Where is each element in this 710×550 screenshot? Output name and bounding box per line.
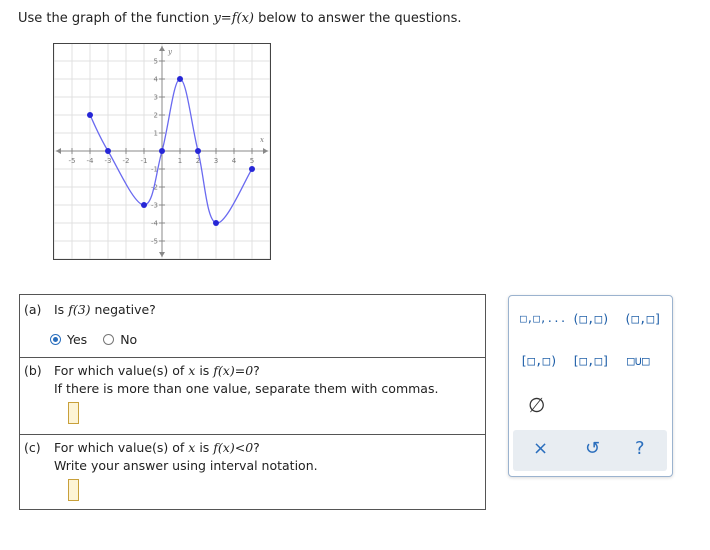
question-a: (a) Is f(3) negative? Yes No <box>20 295 485 358</box>
no-radio[interactable] <box>103 334 115 345</box>
question-a-options: Yes No <box>50 332 137 347</box>
yes-label[interactable]: Yes <box>67 332 87 347</box>
graph-canvas: -5 -4 -3 -2 -1 1 2 3 4 554321-1-2-3-4-5xy <box>54 44 270 259</box>
answer-c-input[interactable] <box>68 479 79 501</box>
question-b-label: (b) <box>24 363 42 378</box>
question-b-expr: f(x)=0 <box>213 363 254 378</box>
open-open-interval-button[interactable]: (□,□) <box>572 311 610 326</box>
x-tick-label: 5 <box>250 157 254 165</box>
y-tick-label: -5 <box>151 238 158 246</box>
x-tick-label: 4 <box>232 157 237 165</box>
question-b: (b) For which value(s) of x is f(x)=0? I… <box>20 358 485 435</box>
question-c-label: (c) <box>24 440 41 455</box>
question-b-suffix: ? <box>253 363 260 378</box>
graph-point <box>195 148 201 154</box>
undo-icon[interactable]: ↺ <box>585 438 600 459</box>
instruction-prefix: Use the graph of the function <box>18 11 214 26</box>
no-label[interactable]: No <box>120 332 137 347</box>
question-b-text: For which value(s) of x is f(x)=0? <box>54 363 260 378</box>
x-axis-arrow-left <box>56 148 61 154</box>
y-axis-label: y <box>167 48 173 56</box>
help-icon[interactable]: ? <box>635 438 645 459</box>
x-tick-label: -1 <box>141 157 148 165</box>
x-tick-label: -5 <box>69 157 76 165</box>
y-axis-arrow-down <box>159 252 165 257</box>
question-c: (c) For which value(s) of x is f(x)<0? W… <box>20 435 485 509</box>
questions-panel: (a) Is f(3) negative? Yes No (b) For whi… <box>19 294 486 510</box>
instruction-function: y=f(x) <box>213 11 254 26</box>
list-button[interactable]: □,□,... <box>520 312 566 325</box>
union-button[interactable]: □∪□ <box>627 353 650 368</box>
graph-point <box>105 148 111 154</box>
y-tick-label: -3 <box>151 202 158 210</box>
graph-point <box>213 220 219 226</box>
question-b-mid: is <box>195 363 214 378</box>
question-b-hint: If there is more than one value, separat… <box>54 381 439 396</box>
question-c-text: For which value(s) of x is f(x)<0? <box>54 440 260 455</box>
answer-b-input[interactable] <box>68 402 79 424</box>
question-c-hint: Write your answer using interval notatio… <box>54 458 318 473</box>
graph-point <box>177 76 183 82</box>
graph-point <box>249 166 255 172</box>
question-c-expr: f(x)<0 <box>213 440 254 455</box>
graph-point <box>159 148 165 154</box>
y-tick-label: 2 <box>154 112 158 120</box>
x-tick-label: 3 <box>214 157 218 165</box>
instruction-suffix: below to answer the questions. <box>253 11 462 26</box>
graph-point <box>141 202 147 208</box>
question-c-prefix: For which value(s) of <box>54 440 189 455</box>
question-a-expr: f(3) <box>68 302 91 317</box>
x-tick-label: -2 <box>123 157 130 165</box>
x-tick-label: -3 <box>105 157 112 165</box>
x-axis-label: x <box>260 136 264 144</box>
question-a-text: Is f(3) negative? <box>54 302 156 317</box>
empty-set-button[interactable]: ∅ <box>528 393 545 417</box>
y-tick-label: 5 <box>154 58 158 66</box>
y-tick-label: 4 <box>154 76 159 84</box>
question-b-prefix: For which value(s) of <box>54 363 189 378</box>
y-tick-label: 3 <box>154 94 158 102</box>
graph-point <box>87 112 93 118</box>
question-a-suffix: negative? <box>90 302 156 317</box>
question-a-prefix: Is <box>54 302 69 317</box>
palette-toolbar: × ↺ ? <box>513 430 667 471</box>
y-tick-label: -4 <box>151 220 159 228</box>
y-axis-arrow-up <box>159 46 165 51</box>
function-graph: -5 -4 -3 -2 -1 1 2 3 4 5 5 4 3 2 1 -1 -2 -3 -4 -5 x y <box>53 43 271 260</box>
math-palette: □,□,... (□,□) (□,□] [□,□) [□,□] □∪□ ∅ × … <box>508 295 673 477</box>
x-tick-label: -4 <box>87 157 95 165</box>
question-c-mid: is <box>195 440 214 455</box>
instructions: Use the graph of the function y=f(x) bel… <box>18 11 462 26</box>
question-c-suffix: ? <box>253 440 260 455</box>
yes-radio[interactable] <box>50 334 61 345</box>
x-tick-label: 1 <box>178 157 182 165</box>
y-tick-label: 1 <box>154 130 158 138</box>
x-axis-arrow-right <box>263 148 268 154</box>
clear-icon[interactable]: × <box>533 438 548 459</box>
closed-open-interval-button[interactable]: [□,□) <box>520 353 558 368</box>
question-a-label: (a) <box>24 302 42 317</box>
closed-closed-interval-button[interactable]: [□,□] <box>572 353 610 368</box>
open-closed-interval-button[interactable]: (□,□] <box>624 311 662 326</box>
